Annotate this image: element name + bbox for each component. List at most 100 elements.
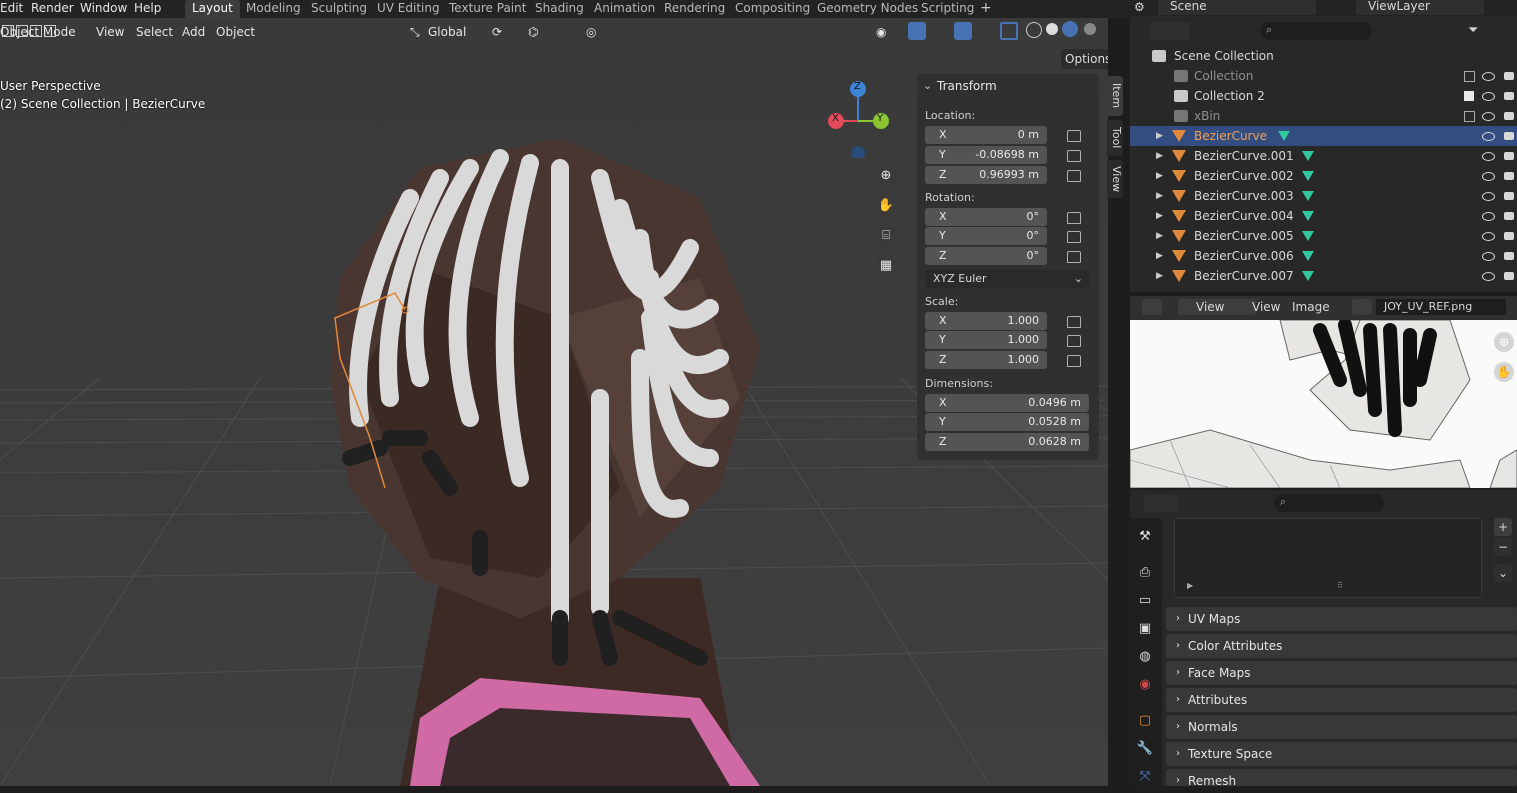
filter-icon[interactable]: ⏷ (1468, 23, 1478, 38)
view-mode-dropdown[interactable]: View (1178, 299, 1256, 315)
uv-list-box[interactable]: ▶ ⠿ (1174, 518, 1482, 598)
section-remesh[interactable]: › Remesh (1166, 769, 1517, 788)
lock-rotation-z-icon[interactable] (1067, 251, 1081, 263)
outliner-row-beziercurve-005[interactable]: ▶ BezierCurve.005 (1130, 226, 1517, 246)
menu-render[interactable]: Render (31, 0, 74, 18)
section-color-attributes[interactable]: › Color Attributes (1166, 634, 1517, 658)
modifier-tab-icon[interactable]: 🔧 (1136, 740, 1154, 758)
wireframe-shading-icon[interactable] (1026, 22, 1042, 38)
section-texture-space[interactable]: › Texture Space (1166, 742, 1517, 766)
location-z-field[interactable]: Z 0.96993 m (925, 166, 1047, 184)
image-browse-icon[interactable] (1352, 299, 1372, 315)
uv-image-canvas[interactable]: ⊕ ✋ (1130, 320, 1517, 488)
tool-tab-icon[interactable]: ⚒ (1136, 528, 1154, 546)
lock-location-x-icon[interactable] (1067, 130, 1081, 142)
mode-selector[interactable]: Object Mode (0, 18, 76, 46)
view-layer-tab-icon[interactable]: ▣ (1136, 620, 1154, 638)
rotation-mode-dropdown[interactable]: XYZ Euler ⌄ (925, 270, 1089, 288)
outliner-row-beziercurve[interactable]: ▶ BezierCurve (1130, 126, 1517, 146)
zoom-icon[interactable]: ⊕ (1494, 332, 1514, 352)
tab-layout[interactable]: Layout (185, 0, 240, 18)
lock-rotation-x-icon[interactable] (1067, 212, 1081, 224)
menu-image[interactable]: Image (1292, 300, 1330, 314)
output-tab-icon[interactable]: ▭ (1136, 592, 1154, 610)
location-y-field[interactable]: Y -0.08698 m (925, 146, 1047, 164)
tab-texture-paint[interactable]: Texture Paint (449, 0, 526, 18)
tab-animation[interactable]: Animation (594, 0, 655, 18)
scale-y-field[interactable]: Y 1.000 (925, 331, 1047, 349)
outliner-row-beziercurve-001[interactable]: ▶ BezierCurve.001 (1130, 146, 1517, 166)
tab-modeling[interactable]: Modeling (246, 0, 301, 18)
lock-scale-x-icon[interactable] (1067, 316, 1081, 328)
lock-scale-y-icon[interactable] (1067, 335, 1081, 347)
scene-selector[interactable]: Scene (1158, 0, 1316, 15)
zoom-icon[interactable]: ⊕ (874, 164, 898, 188)
menu-add[interactable]: Add (182, 18, 205, 46)
section-face-maps[interactable]: › Face Maps (1166, 661, 1517, 685)
snap-icon[interactable]: ⌬ (528, 18, 538, 46)
section-uv-maps[interactable]: › UV Maps (1166, 607, 1517, 631)
rotation-z-field[interactable]: Z 0° (925, 247, 1047, 265)
tab-scripting[interactable]: Scripting (921, 0, 974, 18)
pan-hand-icon[interactable]: ✋ (1494, 362, 1514, 382)
outliner-row-collection[interactable]: Collection (1130, 66, 1517, 86)
tab-tool[interactable]: Tool (1107, 120, 1123, 156)
orientation-icon[interactable]: ⤡ (410, 18, 420, 46)
tab-sculpting[interactable]: Sculpting (311, 0, 367, 18)
tab-shading[interactable]: Shading (535, 0, 584, 18)
outliner-row-beziercurve-004[interactable]: ▶ BezierCurve.004 (1130, 206, 1517, 226)
transform-orientation-dropdown[interactable]: Global (428, 18, 466, 46)
properties-search-input[interactable]: ⌕ (1274, 494, 1384, 512)
section-attributes[interactable]: › Attributes (1166, 688, 1517, 712)
tab-view[interactable]: View (1107, 160, 1123, 198)
outliner-row-beziercurve-007[interactable]: ▶ BezierCurve.007 (1130, 266, 1517, 286)
scene-tab-icon[interactable]: ◍ (1136, 648, 1154, 666)
options-dropdown[interactable]: Options ⌄ (1061, 49, 1108, 86)
tab-geometry-nodes[interactable]: Geometry Nodes (817, 0, 918, 18)
section-normals[interactable]: › Normals (1166, 715, 1517, 739)
dimensions-x-field[interactable]: X 0.0496 m (925, 394, 1089, 412)
display-mode-dropdown[interactable] (1150, 22, 1190, 40)
menu-help[interactable]: Help (134, 0, 161, 18)
dimensions-y-field[interactable]: Y 0.0528 m (925, 413, 1089, 431)
render-tab-icon[interactable]: ⎙ (1136, 564, 1154, 582)
overlay-toggle-icon[interactable] (954, 22, 972, 40)
tab-item[interactable]: Item (1107, 76, 1123, 116)
outliner-row-collection-2[interactable]: Collection 2 (1130, 86, 1517, 106)
rendered-shading-icon[interactable] (1084, 23, 1096, 35)
lock-rotation-y-icon[interactable] (1067, 231, 1081, 243)
proportional-editing-icon[interactable]: ◎ (586, 18, 596, 46)
tab-compositing[interactable]: Compositing (735, 0, 810, 18)
location-x-field[interactable]: X0 m (925, 126, 1047, 144)
outliner-search-input[interactable]: ⌕ (1260, 22, 1372, 40)
object-tab-icon[interactable]: ▢ (1136, 712, 1154, 730)
navigation-gizmo[interactable]: Z Y X (820, 78, 900, 160)
view-layer-selector[interactable]: ViewLayer (1356, 0, 1484, 15)
world-tab-icon[interactable]: ◉ (1136, 676, 1154, 694)
tab-rendering[interactable]: Rendering (664, 0, 725, 18)
menu-view[interactable]: View (96, 18, 124, 46)
add-icon[interactable]: + (1494, 518, 1512, 536)
scene-icon[interactable]: ⚙ (1134, 0, 1145, 14)
rotation-x-field[interactable]: X 0° (925, 208, 1047, 226)
material-shading-icon[interactable] (1062, 21, 1078, 37)
collapse-chevron-icon[interactable]: ⌄ (923, 79, 932, 92)
menu-select[interactable]: Select (136, 18, 173, 46)
image-name-field[interactable]: JOY_UV_REF.png (1376, 299, 1506, 315)
constraint-tab-icon[interactable]: ⤧ (1136, 768, 1154, 786)
lock-scale-z-icon[interactable] (1067, 355, 1081, 367)
pan-hand-icon[interactable]: ✋ (874, 194, 898, 218)
scale-z-field[interactable]: Z 1.000 (925, 351, 1047, 369)
outliner-row-beziercurve-003[interactable]: ▶ BezierCurve.003 (1130, 186, 1517, 206)
menu-window[interactable]: Window (80, 0, 127, 18)
tab-uv-editing[interactable]: UV Editing (377, 0, 440, 18)
gizmo-toggle-icon[interactable] (908, 22, 926, 40)
ortho-grid-icon[interactable]: ▦ (874, 254, 898, 278)
xray-toggle-icon[interactable] (1000, 22, 1018, 40)
lock-location-z-icon[interactable] (1067, 170, 1081, 182)
visibility-icon[interactable]: ◉ (876, 18, 886, 46)
scale-x-field[interactable]: X 1.000 (925, 312, 1047, 330)
lock-location-y-icon[interactable] (1067, 150, 1081, 162)
outliner-row-scene-collection[interactable]: Scene Collection (1130, 46, 1517, 66)
dimensions-z-field[interactable]: Z 0.0628 m (925, 433, 1089, 451)
